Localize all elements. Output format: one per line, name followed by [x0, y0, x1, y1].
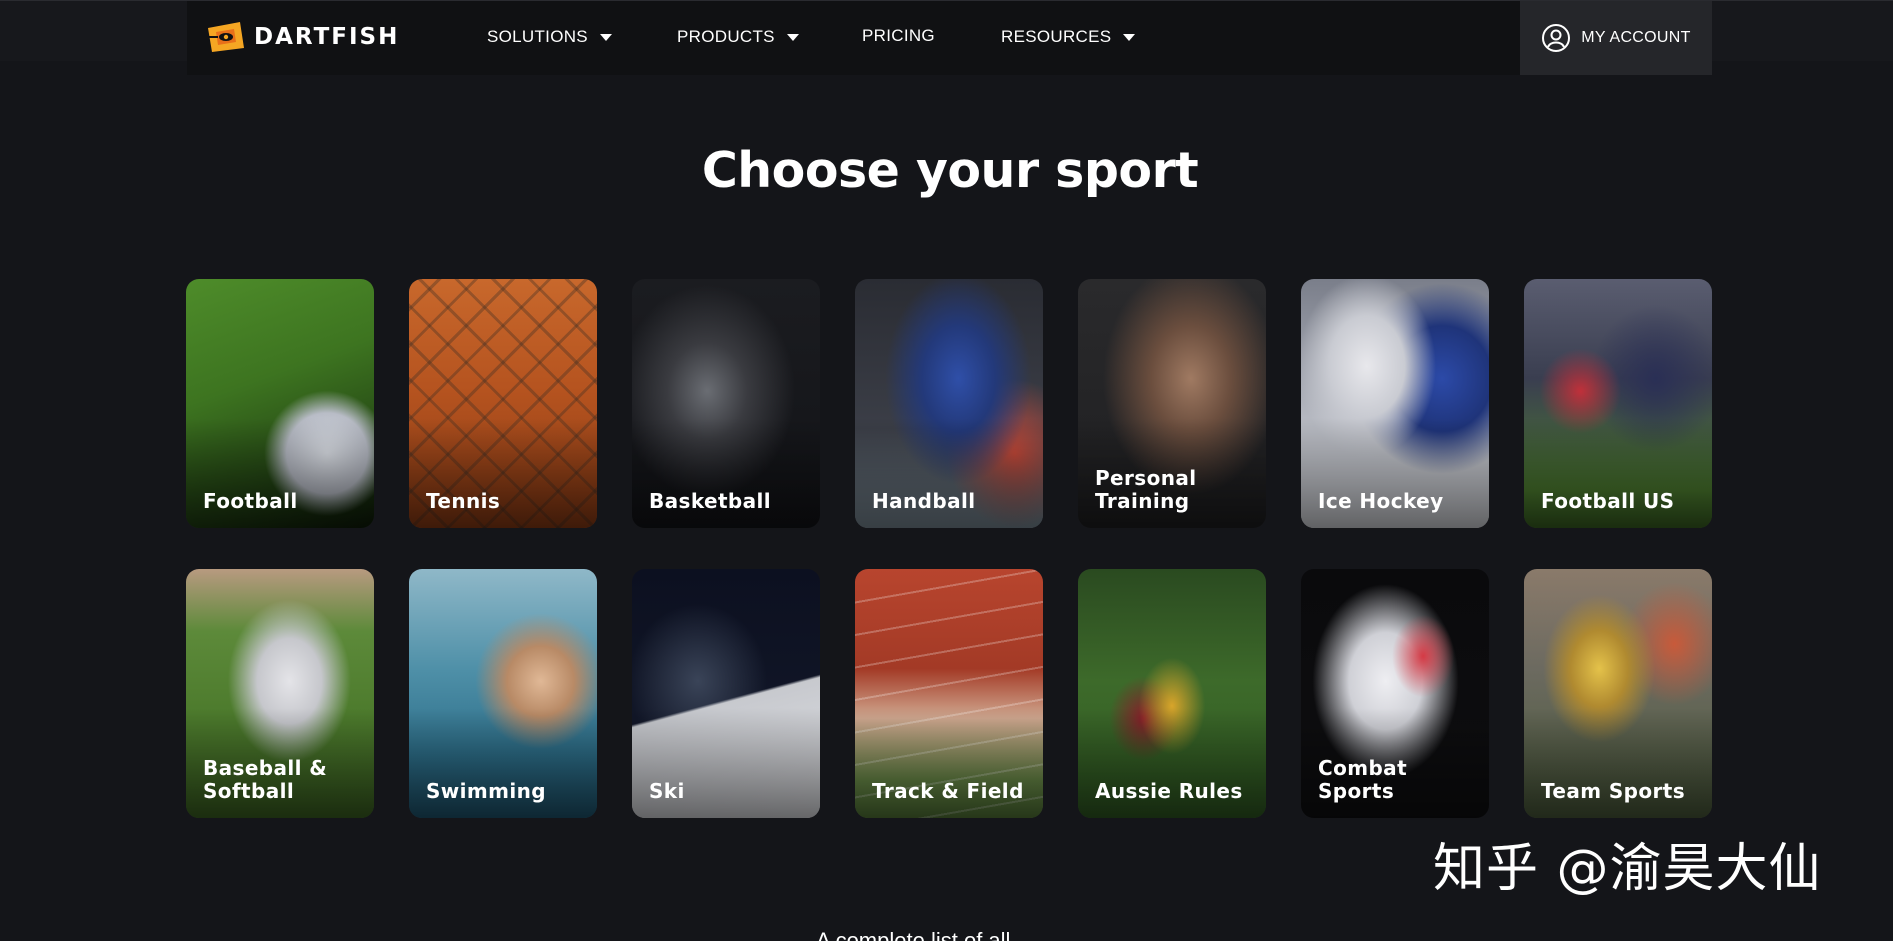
- dartfish-logo[interactable]: DARTFISH: [206, 17, 399, 57]
- nav-pricing[interactable]: PRICING: [862, 26, 935, 46]
- nav-pricing-label: PRICING: [862, 26, 935, 45]
- my-account-button[interactable]: MY ACCOUNT: [1520, 1, 1712, 75]
- caret-down-icon: [786, 33, 799, 41]
- sport-card-combat-sports[interactable]: Combat Sports: [1301, 569, 1489, 818]
- sport-card-label: Combat Sports: [1318, 756, 1408, 803]
- sport-card-track-field[interactable]: Track & Field: [855, 569, 1043, 818]
- navbar: DARTFISH SOLUTIONS PRODUCTS PRICING RESO…: [187, 1, 1712, 75]
- user-circle-icon: [1542, 24, 1571, 52]
- sport-card-label: Handball: [872, 489, 976, 513]
- sport-card-label: Football: [203, 489, 298, 513]
- page: DARTFISH SOLUTIONS PRODUCTS PRICING RESO…: [0, 0, 1893, 941]
- sport-card-personal-training[interactable]: Personal Training: [1078, 279, 1266, 528]
- sport-card-baseball-softball[interactable]: Baseball & Softball: [186, 569, 374, 818]
- sports-list-link-label: A complete list of all sports: [816, 930, 1010, 941]
- sport-card-aussie-rules[interactable]: Aussie Rules: [1078, 569, 1266, 818]
- caret-down-icon: [599, 33, 612, 41]
- dartfish-logo-icon: [206, 22, 244, 52]
- sport-card-label: Ski: [649, 779, 685, 803]
- sport-card-swimming[interactable]: Swimming: [409, 569, 597, 818]
- sport-card-label: Personal Training: [1095, 466, 1197, 513]
- sport-card-label: Basketball: [649, 489, 772, 513]
- sport-card-label: Swimming: [426, 779, 547, 803]
- sport-card-label: Tennis: [426, 489, 501, 513]
- nav-resources-label: RESOURCES: [1001, 27, 1112, 46]
- page-title: Choose your sport: [701, 142, 1199, 199]
- sport-card-ice-hockey[interactable]: Ice Hockey: [1301, 279, 1489, 528]
- sport-card-football-us[interactable]: Football US: [1524, 279, 1712, 528]
- brand-name: DARTFISH: [254, 24, 400, 50]
- sport-card-ski[interactable]: Ski: [632, 569, 820, 818]
- sport-card-football[interactable]: Football: [186, 279, 374, 528]
- watermark-text: 知乎 @渝昊大仙: [1433, 839, 1822, 899]
- sport-card-label: Team Sports: [1541, 779, 1686, 803]
- sport-card-basketball[interactable]: Basketball: [632, 279, 820, 528]
- nav-products[interactable]: PRODUCTS: [677, 27, 799, 47]
- caret-down-icon: [1123, 33, 1136, 41]
- sport-card-label: Baseball & Softball: [203, 756, 328, 803]
- sport-card-label: Ice Hockey: [1318, 489, 1444, 513]
- sport-card-handball[interactable]: Handball: [855, 279, 1043, 528]
- nav-products-label: PRODUCTS: [677, 27, 775, 46]
- nav-resources[interactable]: RESOURCES: [1001, 27, 1136, 47]
- sport-card-team-sports[interactable]: Team Sports: [1524, 569, 1712, 818]
- my-account-label: MY ACCOUNT: [1581, 29, 1691, 46]
- sports-list-link[interactable]: A complete list of all sports: [816, 930, 1076, 941]
- nav-solutions-label: SOLUTIONS: [487, 27, 588, 46]
- sport-card-label: Aussie Rules: [1095, 779, 1243, 803]
- sport-card-label: Track & Field: [872, 779, 1024, 803]
- nav-solutions[interactable]: SOLUTIONS: [487, 27, 612, 47]
- sport-card-label: Football US: [1541, 489, 1675, 513]
- sport-card-tennis[interactable]: Tennis: [409, 279, 597, 528]
